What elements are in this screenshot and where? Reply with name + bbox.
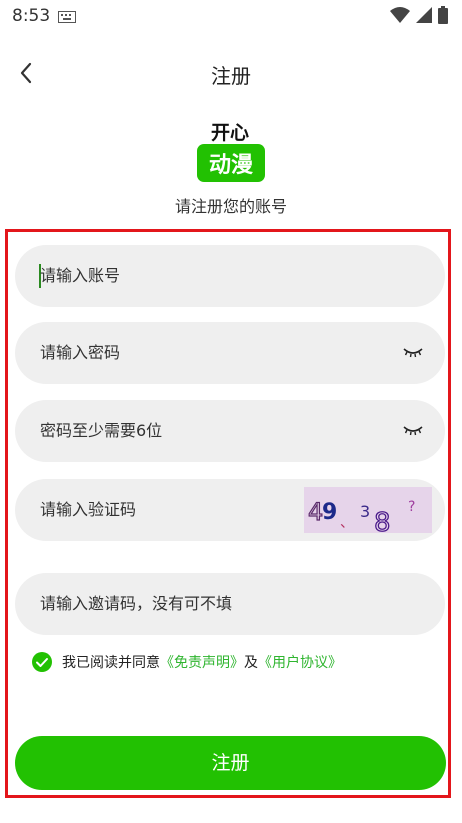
- confirm-password-input[interactable]: 密码至少需要6位: [15, 400, 445, 462]
- register-subtitle: 请注册您的账号: [174, 197, 287, 216]
- confirm-password-placeholder: 密码至少需要6位: [40, 421, 163, 440]
- password-placeholder: 请输入密码: [40, 343, 121, 362]
- captcha-char: 3: [360, 502, 370, 521]
- disclaimer-link[interactable]: 《免责声明》: [160, 652, 244, 672]
- signal-icon: [416, 7, 432, 23]
- account-placeholder: 请输入账号: [40, 266, 121, 285]
- captcha-char: 8: [374, 508, 391, 533]
- status-time: 8:53: [12, 6, 51, 26]
- captcha-char: ?: [408, 499, 415, 515]
- invite-code-input[interactable]: 请输入邀请码，没有可不填: [15, 573, 445, 635]
- agreement-row: 我已阅读并同意 《免责声明》 及 《用户协议》: [32, 651, 342, 673]
- captcha-char: 4: [308, 498, 323, 526]
- keyboard-icon: [58, 11, 76, 23]
- captcha-image[interactable]: 4 9 、 3 8 ?: [304, 487, 432, 533]
- battery-icon: [438, 6, 448, 24]
- agreement-prefix: 我已阅读并同意: [62, 655, 160, 671]
- register-button[interactable]: 注册: [15, 736, 446, 790]
- page-title: 注册: [211, 64, 251, 88]
- captcha-char: 9: [322, 500, 337, 525]
- app-logo: 开心 动漫: [197, 122, 265, 182]
- logo-line1: 开心: [211, 122, 249, 144]
- password-input[interactable]: 请输入密码: [15, 322, 445, 384]
- user-agreement-link[interactable]: 《用户协议》: [258, 652, 342, 672]
- logo-line2: 动漫: [209, 153, 253, 178]
- captcha-input[interactable]: 请输入验证码 4 9 、 3 8 ?: [15, 479, 445, 541]
- agreement-middle: 及: [244, 655, 258, 671]
- status-bar: 8:53: [0, 0, 462, 34]
- eye-closed-icon[interactable]: [403, 346, 423, 360]
- captcha-placeholder: 请输入验证码: [40, 500, 137, 519]
- account-input[interactable]: 请输入账号: [15, 245, 445, 307]
- wifi-icon: [390, 7, 410, 23]
- checkmark-icon[interactable]: [32, 652, 52, 672]
- captcha-char: 、: [340, 515, 354, 531]
- eye-closed-icon[interactable]: [403, 424, 423, 438]
- invite-code-placeholder: 请输入邀请码，没有可不填: [40, 594, 233, 613]
